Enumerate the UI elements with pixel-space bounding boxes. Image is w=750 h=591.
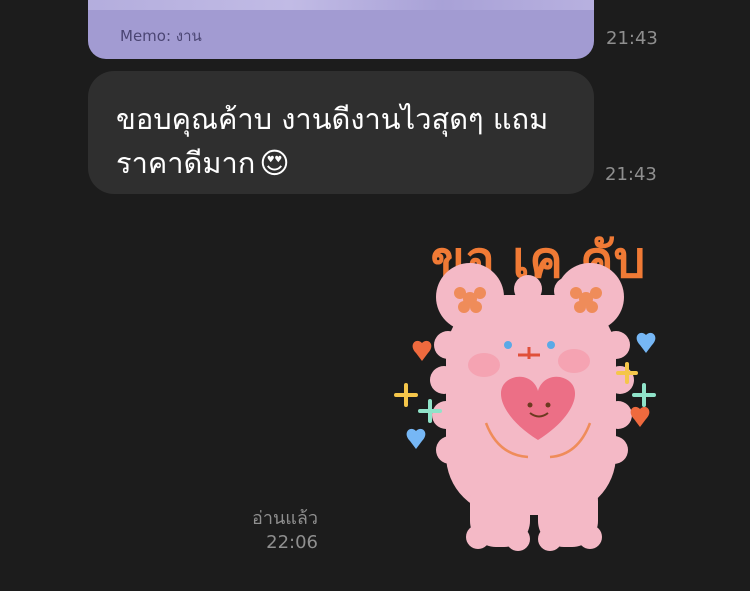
- small-heart-icon: [636, 332, 656, 353]
- bear-blush: [468, 353, 500, 377]
- image-message[interactable]: Memo: งาน: [88, 0, 594, 59]
- heart-eye: [545, 402, 551, 408]
- read-status-label: อ่านแล้ว: [252, 508, 318, 529]
- image-preview-strip: [88, 0, 594, 10]
- bear-eye: [547, 341, 555, 349]
- small-heart-icon: [630, 406, 650, 427]
- chat-view: Memo: งาน 21:43 ขอบคุณค้าบ งานดีงานไวสุด…: [0, 0, 750, 591]
- message-text-line-1: ขอบคุณค้าบ งานดีงานไวสุดๆ แถม: [116, 102, 549, 136]
- bear-sticker-icon: ขอ เค คับ: [394, 231, 656, 551]
- message-timestamp: 21:43: [605, 164, 657, 185]
- heart-eyes-emoji-icon: 😍: [259, 146, 290, 180]
- small-heart-icon: [406, 428, 426, 449]
- small-heart-icon: [412, 340, 432, 361]
- image-memo-text: Memo: งาน: [120, 27, 202, 45]
- sparkle-icon: [394, 383, 418, 407]
- sparkle-icon: [632, 383, 656, 407]
- bear-blush: [558, 349, 590, 373]
- heart-eye: [527, 402, 533, 408]
- message-timestamp: 22:06: [266, 532, 318, 553]
- message-text-line-2-text: ราคาดีมาก: [116, 146, 256, 180]
- message-timestamp: 21:43: [606, 28, 658, 49]
- message-text-line-2: ราคาดีมาก 😍: [116, 141, 566, 185]
- text-message-bubble[interactable]: ขอบคุณค้าบ งานดีงานไวสุดๆ แถม ราคาดีมาก 😍: [88, 71, 594, 194]
- read-receipt: อ่านแล้ว 22:06: [252, 507, 318, 555]
- bear-sticker-message[interactable]: ขอ เค คับ: [378, 205, 698, 565]
- bear-eye: [504, 341, 512, 349]
